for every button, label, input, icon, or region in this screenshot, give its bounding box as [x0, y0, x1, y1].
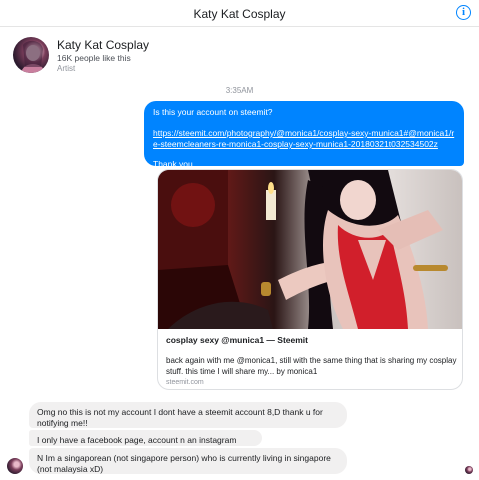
profile-name[interactable]: Katy Kat Cosplay: [57, 38, 149, 52]
profile-summary[interactable]: Katy Kat Cosplay 16K people like this Ar…: [13, 37, 313, 73]
profile-likes: 16K people like this: [57, 53, 131, 63]
link-preview-image[interactable]: [158, 170, 462, 329]
outgoing-message[interactable]: Is this your account on steemit? https:/…: [144, 101, 464, 169]
link-preview-card[interactable]: cosplay sexy @munica1 — Steemit back aga…: [157, 169, 463, 390]
outgoing-question: Is this your account on steemit?: [153, 107, 273, 117]
read-receipt-avatar: [465, 466, 473, 474]
message-timestamp: 3:35AM: [225, 86, 254, 95]
profile-avatar[interactable]: [13, 37, 49, 73]
link-preview-title[interactable]: cosplay sexy @munica1 — Steemit: [166, 335, 308, 345]
link-preview-description: back again with me @monica1, still with …: [166, 356, 457, 376]
info-icon[interactable]: i: [456, 5, 471, 20]
sender-avatar[interactable]: [7, 458, 23, 474]
conversation-header: Katy Kat Cosplay i: [0, 0, 479, 27]
profile-category: Artist: [57, 64, 76, 73]
conversation-title: Katy Kat Cosplay: [193, 7, 286, 21]
link-preview-domain: steemit.com: [166, 379, 204, 386]
outgoing-link[interactable]: https://steemit.com/photography/@monica1…: [153, 128, 455, 150]
incoming-message[interactable]: I only have a facebook page, account n a…: [29, 430, 262, 456]
incoming-message[interactable]: N Im a singaporean (not singapore person…: [29, 448, 347, 474]
incoming-message[interactable]: Omg no this is not my account I dont hav…: [29, 402, 347, 428]
